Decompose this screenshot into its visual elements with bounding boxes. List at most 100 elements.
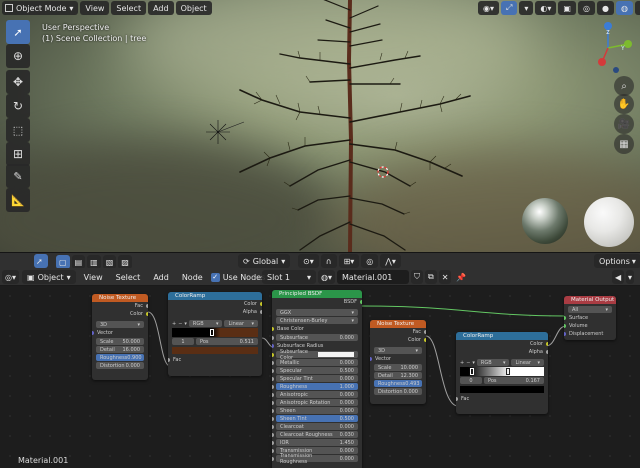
interpolation-dropdown[interactable]: Linear ▾ bbox=[511, 359, 545, 366]
menu-view[interactable]: View bbox=[80, 1, 110, 15]
socket-base-color[interactable] bbox=[272, 327, 274, 331]
socket-clearcoat-roughness[interactable] bbox=[272, 432, 274, 437]
socket-alpha[interactable] bbox=[546, 350, 548, 354]
fake-user-shield-icon[interactable]: ⛉ bbox=[411, 270, 423, 284]
stop-color-swatch[interactable] bbox=[460, 386, 544, 393]
field-distortion[interactable]: Distortion 0.000 bbox=[374, 388, 422, 395]
remove-stop-icon[interactable]: − bbox=[466, 360, 470, 366]
toggle-overlay-icon[interactable]: ▾ bbox=[626, 270, 635, 284]
material-browse-icon[interactable]: ◍▾ bbox=[318, 270, 335, 284]
socket-bsdf[interactable] bbox=[360, 300, 362, 304]
input-base-color[interactable]: Base Color bbox=[272, 325, 362, 333]
ramp-stop-handle[interactable] bbox=[506, 368, 510, 375]
dimensions-dropdown[interactable]: 3D ▾ bbox=[374, 347, 422, 354]
close-icon[interactable]: ✕ bbox=[438, 270, 452, 284]
field-sheen[interactable]: Sheen 0.000 bbox=[272, 407, 358, 414]
socket-subsurface[interactable] bbox=[272, 335, 274, 340]
proportional-edit-icon[interactable]: ◎ bbox=[361, 254, 379, 268]
field-clearcoat[interactable]: Clearcoat 0.000 bbox=[272, 423, 358, 430]
stop-pos-field[interactable]: Pos 0.511 bbox=[196, 338, 258, 345]
options-dropdown[interactable]: Options ▾ bbox=[594, 254, 640, 268]
shading-rendered-icon[interactable]: ○ bbox=[634, 1, 640, 15]
socket-fac[interactable] bbox=[456, 397, 458, 401]
field-scale[interactable]: Scale 50.000 bbox=[96, 338, 144, 345]
shader-type-dropdown[interactable]: ▣ Object ▾ bbox=[22, 270, 76, 284]
select-subtract-icon[interactable]: ▥ bbox=[87, 255, 101, 269]
sidebar-toggle-icon[interactable]: ◀ bbox=[612, 270, 625, 284]
socket-fac[interactable] bbox=[168, 358, 170, 362]
field-anisotropic-rotation[interactable]: Anisotropic Rotation 0.000 bbox=[272, 399, 358, 406]
field-subsurface-color[interactable]: Subsurface Color bbox=[272, 349, 358, 361]
node-principled-bsdf[interactable]: Principled BSDF BSDF GGX ▾ Christensen-Bu… bbox=[272, 290, 362, 468]
tool-select-box[interactable]: ➚ bbox=[6, 20, 30, 44]
select-extend-icon[interactable]: ▤ bbox=[71, 255, 86, 269]
field-specular[interactable]: Specular 0.500 bbox=[272, 367, 358, 374]
socket-subsurface-color[interactable] bbox=[272, 352, 274, 357]
distribution-dropdown[interactable]: GGX ▾ bbox=[276, 309, 358, 316]
socket-alpha[interactable] bbox=[260, 310, 262, 314]
shading-solid-icon[interactable]: ● bbox=[596, 1, 614, 15]
socket-specular-tint[interactable] bbox=[272, 376, 274, 381]
menu-object[interactable]: Object bbox=[175, 1, 212, 15]
field-sheen-tint[interactable]: Sheen Tint 0.500 bbox=[272, 415, 358, 422]
field-metallic[interactable]: Metallic 0.000 bbox=[272, 359, 358, 366]
socket-subsurface-radius[interactable] bbox=[272, 344, 274, 348]
socket-color[interactable] bbox=[146, 312, 148, 316]
pin-icon[interactable]: 📌 bbox=[453, 270, 469, 284]
socket-clearcoat[interactable] bbox=[272, 424, 274, 429]
menu-add[interactable]: Add bbox=[148, 270, 174, 284]
empty-object[interactable] bbox=[206, 120, 246, 160]
socket-specular[interactable] bbox=[272, 368, 274, 373]
socket-vector[interactable] bbox=[92, 331, 94, 335]
socket-sheen-tint[interactable] bbox=[272, 416, 274, 421]
color-swatch[interactable] bbox=[318, 352, 354, 357]
socket-sheen[interactable] bbox=[272, 408, 274, 413]
ramp-stop-handle[interactable] bbox=[210, 329, 214, 336]
menu-add[interactable]: Add bbox=[148, 1, 174, 15]
tool-measure[interactable]: 📐 bbox=[6, 188, 30, 212]
falloff-curve-icon[interactable]: ⋀▾ bbox=[380, 254, 401, 268]
overlay-toggle-icon[interactable]: ◐▾ bbox=[535, 1, 557, 15]
field-anisotropic[interactable]: Anisotropic 0.000 bbox=[272, 391, 358, 398]
field-roughness[interactable]: Roughness 1.000 bbox=[272, 383, 358, 390]
3d-cursor[interactable] bbox=[376, 165, 390, 179]
field-clearcoat-roughness[interactable]: Clearcoat Roughness 0.030 bbox=[272, 431, 358, 438]
transform-orientation-dropdown[interactable]: ⟳ Global ▾ bbox=[238, 254, 291, 268]
gizmo-dropdown-icon[interactable]: ▾ bbox=[519, 1, 534, 15]
menu-select[interactable]: Select bbox=[111, 1, 147, 15]
editor-type-icon[interactable]: ◎▾ bbox=[2, 270, 19, 284]
field-detail[interactable]: Detail 12.300 bbox=[374, 372, 422, 379]
chevron-down-icon[interactable]: ▾ bbox=[184, 321, 187, 327]
socket-vector[interactable] bbox=[370, 357, 372, 361]
color-mode-dropdown[interactable]: RGB ▾ bbox=[188, 320, 223, 327]
socket-transmission[interactable] bbox=[272, 448, 274, 453]
subsurface-method-dropdown[interactable]: Christensen-Burley ▾ bbox=[276, 317, 358, 324]
socket-fac[interactable] bbox=[424, 330, 426, 334]
stop-index-field[interactable]: 0 bbox=[460, 377, 482, 384]
dimensions-dropdown[interactable]: 3D ▾ bbox=[96, 321, 144, 328]
mode-dropdown[interactable]: Object Mode ▾ bbox=[2, 1, 79, 15]
target-dropdown[interactable]: All ▾ bbox=[568, 306, 612, 313]
chevron-down-icon[interactable]: ▾ bbox=[472, 360, 475, 366]
socket-anisotropic-rotation[interactable] bbox=[272, 400, 274, 405]
select-intersect-icon[interactable]: ▨ bbox=[118, 255, 132, 269]
socket-anisotropic[interactable] bbox=[272, 392, 274, 397]
socket-displacement[interactable] bbox=[564, 332, 566, 336]
duplicate-icon[interactable]: ⧉ bbox=[425, 270, 437, 284]
stop-index-field[interactable]: 1 bbox=[172, 338, 194, 345]
shading-material-icon[interactable]: ◍ bbox=[615, 1, 633, 15]
field-subsurface[interactable]: Subsurface 0.000 bbox=[272, 334, 358, 341]
menu-select[interactable]: Select bbox=[111, 270, 146, 284]
select-new-icon[interactable]: ▢ bbox=[56, 255, 70, 269]
node-colorramp-2[interactable]: ColorRamp Color Alpha + − ▾ RGB ▾ Linear ▾… bbox=[456, 332, 548, 414]
snap-magnet-icon[interactable]: ∩ bbox=[320, 254, 337, 268]
remove-stop-icon[interactable]: − bbox=[178, 321, 182, 327]
socket-volume[interactable] bbox=[564, 324, 566, 328]
ramp-stop-handle[interactable] bbox=[470, 368, 474, 375]
field-roughness[interactable]: Roughness 0.900 bbox=[96, 354, 144, 361]
field-detail[interactable]: Detail 16.000 bbox=[96, 346, 144, 353]
color-mode-dropdown[interactable]: RGB ▾ bbox=[476, 359, 510, 366]
node-editor-canvas[interactable]: Noise Texture Fac Color 3D ▾ Vector Scale… bbox=[0, 286, 640, 468]
material-name-field[interactable]: Material.001 bbox=[337, 270, 409, 284]
node-material-output[interactable]: Material Output All ▾ Surface Volume Disp… bbox=[564, 296, 616, 340]
